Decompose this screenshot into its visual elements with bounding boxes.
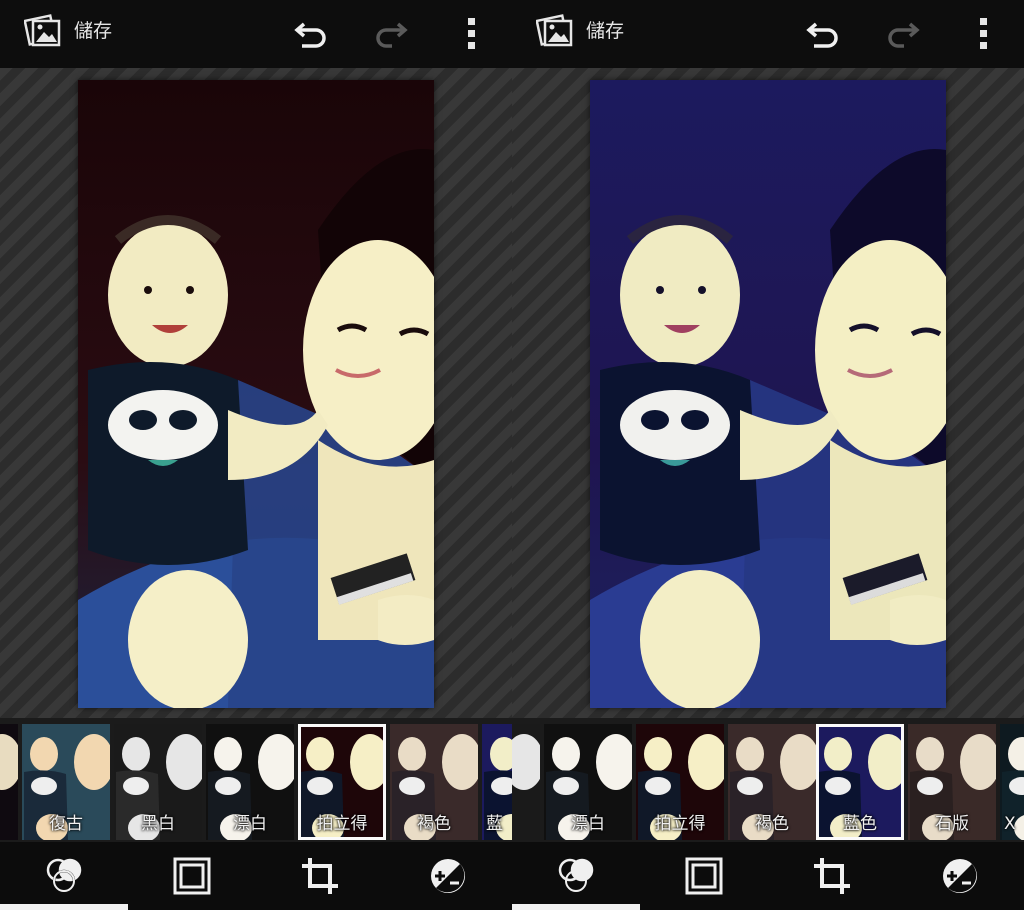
more-vert-icon[interactable]	[462, 16, 482, 52]
action-bar: 儲存	[512, 0, 1024, 68]
photo-preview[interactable]	[590, 80, 946, 708]
filter-thumbnail[interactable]: 藍	[482, 724, 512, 840]
filter-thumbnail[interactable]: 復古	[22, 724, 110, 840]
filter-label: 黑白	[141, 814, 175, 834]
filter-label: X	[1004, 814, 1016, 834]
action-bar: 儲存	[0, 0, 512, 68]
crop-icon[interactable]	[300, 856, 340, 896]
more-vert-icon[interactable]	[974, 16, 994, 52]
filter-thumbnail[interactable]	[512, 724, 540, 840]
gallery-icon[interactable]	[24, 12, 62, 50]
filter-strip[interactable]: 復古 黑白 漂白 拍立得 褐色 藍	[0, 718, 512, 842]
filter-label: 漂白	[233, 814, 267, 834]
filter-label: 漂白	[571, 814, 605, 834]
filters-icon[interactable]	[556, 856, 596, 896]
exposure-icon[interactable]	[428, 856, 468, 896]
filter-label: 石版	[935, 814, 969, 834]
filter-thumbnail[interactable]: 石版	[908, 724, 996, 840]
filter-label: 藍色	[843, 814, 877, 834]
editor-screen-left: 儲存 復古 黑白 漂白 拍立得 褐色 藍	[0, 0, 512, 910]
filter-thumbnail-selected[interactable]: 藍色	[816, 724, 904, 840]
filter-label: 褐色	[417, 814, 451, 834]
filter-thumbnail-selected[interactable]: 拍立得	[298, 724, 386, 840]
frame-icon[interactable]	[172, 856, 212, 896]
filter-label: 拍立得	[654, 814, 706, 834]
filter-label: 復古	[49, 814, 83, 834]
save-button[interactable]: 儲存	[74, 18, 112, 44]
photo-canvas	[0, 68, 512, 718]
photo-canvas	[512, 68, 1024, 718]
exposure-icon[interactable]	[940, 856, 980, 896]
filter-thumbnail[interactable]: 褐色	[728, 724, 816, 840]
filters-icon[interactable]	[44, 856, 84, 896]
photo-preview[interactable]	[78, 80, 434, 708]
filter-preview-image	[512, 724, 540, 840]
undo-icon[interactable]	[806, 18, 842, 50]
undo-icon[interactable]	[294, 18, 330, 50]
active-tab-indicator	[512, 904, 640, 910]
active-tab-indicator	[0, 904, 128, 910]
filter-label: 藍	[486, 814, 503, 834]
editor-screen-right: 儲存 漂白 拍立得 褐色 藍色 石版 X	[512, 0, 1024, 910]
filter-preview-image	[0, 724, 18, 840]
filter-thumbnail[interactable]: 漂白	[544, 724, 632, 840]
filter-label: 拍立得	[316, 814, 368, 834]
gallery-icon[interactable]	[536, 12, 574, 50]
redo-icon[interactable]	[884, 18, 920, 50]
filter-strip[interactable]: 漂白 拍立得 褐色 藍色 石版 X	[512, 718, 1024, 842]
crop-icon[interactable]	[812, 856, 852, 896]
filter-thumbnail[interactable]: 漂白	[206, 724, 294, 840]
filter-label: 褐色	[755, 814, 789, 834]
redo-icon[interactable]	[372, 18, 408, 50]
save-button[interactable]: 儲存	[586, 18, 624, 44]
filter-thumbnail[interactable]	[0, 724, 18, 840]
tool-bar	[0, 842, 512, 910]
filter-thumbnail[interactable]: 拍立得	[636, 724, 724, 840]
frame-icon[interactable]	[684, 856, 724, 896]
filter-thumbnail[interactable]: X	[1000, 724, 1024, 840]
tool-bar	[512, 842, 1024, 910]
filter-thumbnail[interactable]: 褐色	[390, 724, 478, 840]
filter-thumbnail[interactable]: 黑白	[114, 724, 202, 840]
